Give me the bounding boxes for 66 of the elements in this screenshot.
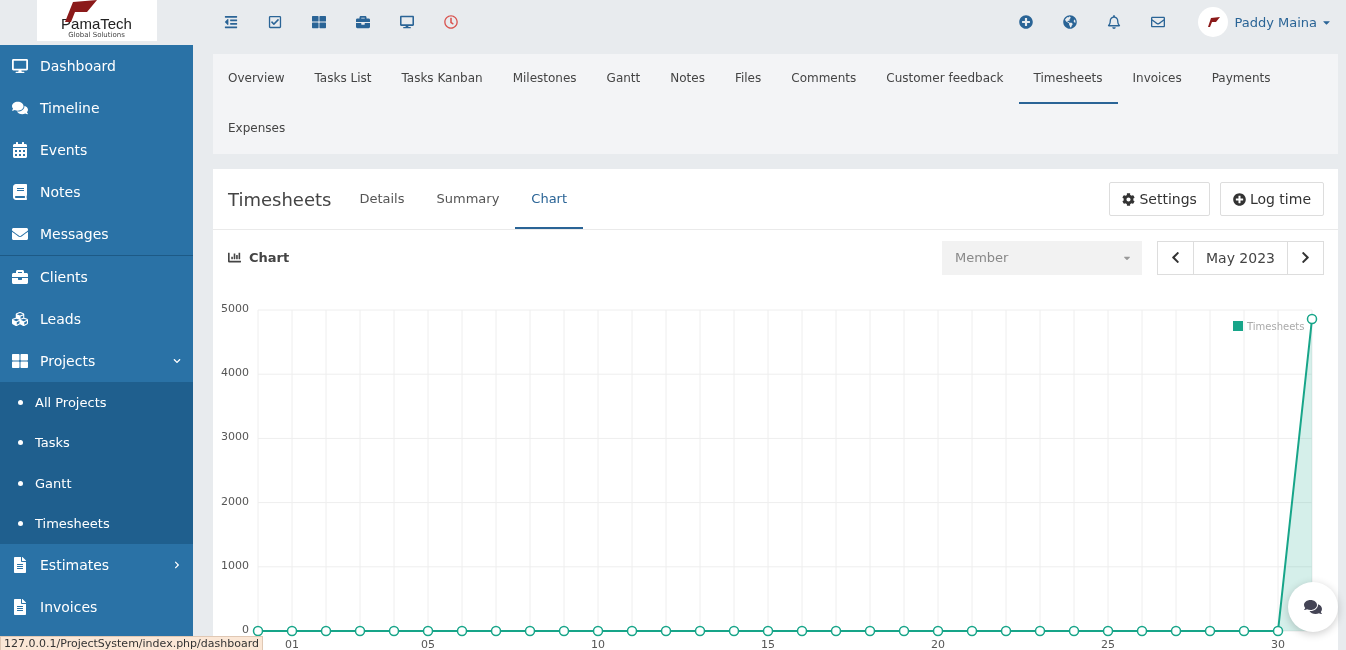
document-icon xyxy=(12,599,28,615)
tab[interactable]: Invoices xyxy=(1117,54,1197,104)
axis-label: 10 xyxy=(591,638,605,650)
cubes-icon xyxy=(12,311,28,327)
comments-icon xyxy=(12,100,28,116)
tab[interactable]: Tasks List xyxy=(299,54,387,104)
axis-label: 01 xyxy=(285,638,299,650)
axis-label: 2000 xyxy=(221,494,249,508)
tab[interactable]: Summary xyxy=(420,169,516,229)
user-menu[interactable]: Paddy Maina xyxy=(1234,14,1332,30)
sidebar-item[interactable]: Invoices xyxy=(0,586,193,628)
tab[interactable]: Chart xyxy=(515,169,584,229)
document-icon xyxy=(12,557,28,573)
calendar-icon xyxy=(12,142,28,158)
sidebar-item[interactable]: Estimates xyxy=(0,544,193,586)
axis-label: 05 xyxy=(421,638,435,650)
settings-button[interactable]: Settings xyxy=(1109,182,1210,216)
tab[interactable]: Details xyxy=(343,169,421,229)
axis-label: 15 xyxy=(761,638,775,650)
sidebar-item[interactable]: Clients xyxy=(0,256,193,298)
tab[interactable]: Timesheets xyxy=(1018,54,1118,104)
chevron-right-icon xyxy=(1299,251,1312,264)
axis-label: 25 xyxy=(1101,638,1115,650)
card-title: Timesheets xyxy=(228,187,332,212)
tab[interactable]: Comments xyxy=(776,54,872,104)
legend-label: Timesheets xyxy=(1247,321,1305,332)
grid-icon xyxy=(12,353,28,369)
chart-title: Chart xyxy=(249,250,290,265)
desktop-icon xyxy=(12,58,28,74)
sidebar-item[interactable]: Timeline xyxy=(0,87,193,129)
avatar[interactable] xyxy=(1198,7,1229,37)
log-time-button[interactable]: Log time xyxy=(1219,182,1324,216)
tab[interactable]: Gantt xyxy=(591,54,656,104)
axis-label: 20 xyxy=(931,638,945,650)
status-url: 127.0.0.1/ProjectSystem/index.php/dashboard xyxy=(0,636,263,650)
envelope-icon xyxy=(12,226,28,242)
tab[interactable]: Expenses xyxy=(213,104,301,154)
submenu-item[interactable]: All Projects xyxy=(0,382,193,423)
axis-label: 5000 xyxy=(221,302,249,315)
axis-label: 4000 xyxy=(221,366,249,380)
sidebar-item[interactable]: Notes xyxy=(0,171,193,213)
bar-chart-icon xyxy=(228,251,241,264)
axis-label: 3000 xyxy=(221,430,249,444)
sidebar-item[interactable]: Events xyxy=(0,129,193,171)
gear-icon xyxy=(1122,192,1136,206)
tab[interactable]: Overview xyxy=(213,54,300,104)
tab[interactable]: Milestones xyxy=(497,54,592,104)
book-icon xyxy=(12,184,28,200)
tab[interactable]: Files xyxy=(719,54,777,104)
comments-icon xyxy=(1304,598,1322,616)
briefcase-icon xyxy=(12,269,28,285)
submenu-item[interactable]: Tasks xyxy=(0,422,193,463)
submenu-item[interactable]: Timesheets xyxy=(0,503,193,544)
sidebar-item[interactable]: Messages xyxy=(0,213,193,255)
sidebar-item[interactable]: Leads xyxy=(0,298,193,340)
submenu-item[interactable]: Gantt xyxy=(0,463,193,504)
axis-label: 30 xyxy=(1271,638,1285,650)
sidebar-item[interactable]: Dashboard xyxy=(0,45,193,87)
tab[interactable]: Payments xyxy=(1196,54,1286,104)
axis-label: 0 xyxy=(242,623,249,636)
tab[interactable]: Customer feedback xyxy=(871,54,1019,104)
axis-label: 1000 xyxy=(221,558,249,572)
tab[interactable]: Tasks Kanban xyxy=(386,54,498,104)
sidebar-item[interactable]: Projects xyxy=(0,340,193,382)
tab[interactable]: Notes xyxy=(655,54,720,104)
legend-swatch xyxy=(1233,321,1243,331)
